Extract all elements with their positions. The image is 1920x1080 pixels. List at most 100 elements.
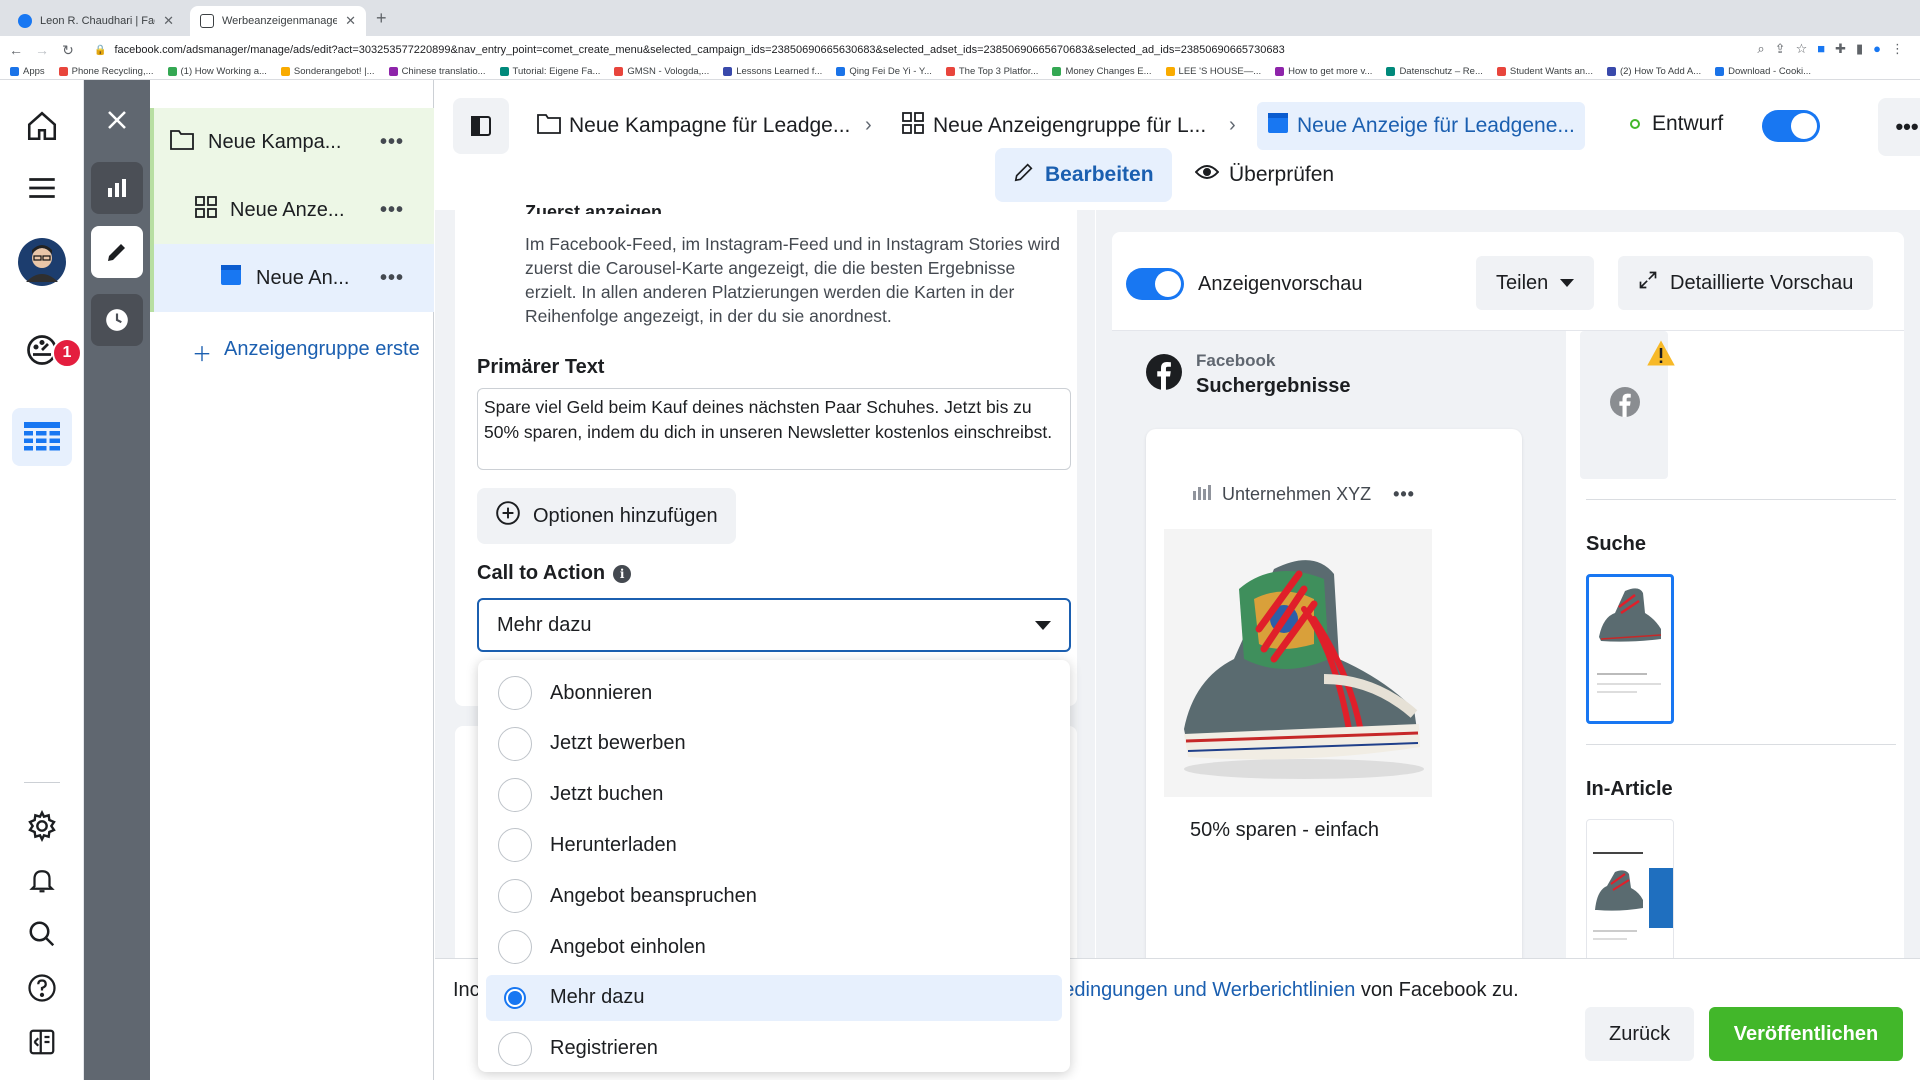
address-bar[interactable]: 🔒 facebook.com/adsmanager/manage/ads/edi… <box>94 39 1694 61</box>
close-tab-icon[interactable]: ✕ <box>163 13 174 29</box>
bookmark-item[interactable]: Download - Cooki... <box>1715 66 1811 77</box>
chart-icon[interactable] <box>91 162 143 214</box>
placement-thumb-inarticle[interactable] <box>1586 819 1674 971</box>
radio-checked-icon <box>504 986 526 1009</box>
help-icon[interactable] <box>18 964 66 1012</box>
bookmark-item[interactable]: Sonderangebot! |... <box>280 66 375 77</box>
preview-toggle-row: Anzeigenvorschau <box>1126 268 1363 300</box>
more-options-icon[interactable]: ••• <box>380 267 404 290</box>
bookmark-item[interactable]: Student Wants an... <box>1496 66 1593 77</box>
bell-icon[interactable] <box>18 856 66 904</box>
bookmark-item[interactable]: Qing Fei De Yi - Y... <box>836 66 932 77</box>
tab-review-placeholder <box>1615 148 1651 202</box>
back-arrow-icon[interactable]: ← <box>6 42 26 58</box>
cta-option[interactable]: Abonnieren <box>486 670 1062 716</box>
close-icon[interactable] <box>91 94 143 146</box>
cta-option[interactable]: Jetzt buchen <box>486 772 1062 818</box>
tree-item-ad[interactable]: Neue An... ••• <box>150 244 434 312</box>
clock-icon[interactable] <box>91 294 143 346</box>
breadcrumb-adset[interactable]: Neue Anzeigengruppe für L... <box>901 102 1206 150</box>
publish-button[interactable]: Veröffentlichen <box>1709 1007 1903 1061</box>
section-search: Suche <box>1586 533 1647 555</box>
cta-option[interactable]: Mehr dazu <box>486 974 1062 1021</box>
more-options-icon[interactable]: ••• <box>1393 484 1415 505</box>
bookmark-item[interactable]: Apps <box>10 66 45 77</box>
ads-table-icon[interactable] <box>12 408 72 466</box>
profile-avatar-icon[interactable]: ● <box>1873 41 1881 57</box>
nav-divider <box>24 782 60 783</box>
bookmark-favicon-icon <box>58 67 68 76</box>
bookmark-item[interactable]: Tutorial: Eigene Fa... <box>499 66 600 77</box>
new-tab-icon[interactable]: + <box>376 8 387 29</box>
star-icon[interactable]: ☆ <box>1796 41 1808 57</box>
browser-tab-facebook[interactable]: Leon R. Chaudhari | Facebook ✕ <box>8 6 184 36</box>
browser-tab-adsmanager[interactable]: Werbeanzeigenmanager - We ✕ <box>190 6 366 36</box>
toggle-sidebar-icon[interactable] <box>453 98 509 154</box>
gear-icon[interactable] <box>18 802 66 850</box>
grid-icon <box>901 111 925 141</box>
ad-active-toggle[interactable] <box>1762 110 1820 142</box>
pencil-icon[interactable] <box>91 226 143 278</box>
detailed-preview-button[interactable]: Detaillierte Vorschau <box>1618 256 1874 310</box>
placement-thumb-search[interactable] <box>1586 574 1674 724</box>
bookmark-item[interactable]: Datenschutz – Re... <box>1386 66 1483 77</box>
bookmark-item[interactable]: Chinese translatio... <box>388 66 486 77</box>
sidebar-panel-icon[interactable]: ▮ <box>1856 41 1863 57</box>
search-icon[interactable] <box>18 910 66 958</box>
primary-text-input[interactable]: Spare viel Geld beim Kauf deines nächste… <box>477 388 1071 470</box>
menu-icon[interactable] <box>18 164 66 212</box>
ad-icon <box>220 264 242 292</box>
bookmark-item[interactable]: Lessons Learned f... <box>723 66 822 77</box>
breadcrumb-ad[interactable]: Neue Anzeige für Leadgene... <box>1257 102 1585 150</box>
preview-toggle[interactable] <box>1126 268 1184 300</box>
plus-circle-icon <box>495 500 521 532</box>
cta-option[interactable]: Angebot beanspruchen <box>486 873 1062 919</box>
bookmark-item[interactable]: Phone Recycling,... <box>58 66 154 77</box>
share-icon[interactable]: ⇪ <box>1775 41 1786 57</box>
cta-option[interactable]: Angebot einholen <box>486 924 1062 970</box>
campaign-tree: Neue Kampa... ••• Neue Anze... ••• Neue … <box>150 80 434 1080</box>
more-options-button[interactable]: ••• <box>1878 98 1920 156</box>
puzzle-icon[interactable]: ✚ <box>1835 41 1846 57</box>
cta-dropdown-menu: Abonnieren Jetzt bewerben Jetzt buchen Heru… <box>478 660 1070 1072</box>
info-icon[interactable]: i <box>613 564 632 583</box>
avatar[interactable] <box>18 238 66 286</box>
share-button[interactable]: Teilen <box>1476 256 1595 310</box>
bookmark-item[interactable]: How to get more v... <box>1275 66 1372 77</box>
bookmark-item[interactable]: GMSN - Vologda,... <box>614 66 709 77</box>
chevron-right-icon: › <box>1229 114 1236 136</box>
report-icon[interactable] <box>18 1018 66 1066</box>
bookmark-item[interactable]: LEE 'S HOUSE—... <box>1165 66 1261 77</box>
tab-edit[interactable]: Bearbeiten <box>995 148 1172 202</box>
bookmark-item[interactable]: The Top 3 Platfor... <box>945 66 1038 77</box>
bookmark-favicon-icon <box>836 67 846 76</box>
bookmarks-bar: Apps Phone Recycling,... (1) How Working a… <box>0 64 1920 80</box>
back-button[interactable]: Zurück <box>1585 1007 1695 1061</box>
add-options-button[interactable]: Optionen hinzufügen <box>477 488 736 544</box>
cta-option[interactable]: Jetzt bewerben <box>486 721 1062 767</box>
zoom-icon[interactable]: ⌕ <box>1757 41 1764 57</box>
tree-item-adset[interactable]: Neue Anze... ••• <box>150 176 434 244</box>
terms-link[interactable]: edingungen und Werberichtlinien <box>1063 979 1355 1001</box>
bookmark-item[interactable]: Money Changes E... <box>1052 66 1152 77</box>
advertiser-row: Unternehmen XYZ ••• <box>1192 483 1415 506</box>
folder-icon <box>170 128 194 156</box>
more-options-icon[interactable]: ••• <box>380 199 404 222</box>
home-icon[interactable] <box>18 102 66 150</box>
bookmark-item[interactable]: (1) How Working a... <box>167 66 267 77</box>
bookmark-favicon-icon <box>1715 67 1725 76</box>
tab-review[interactable]: Überprüfen <box>1177 148 1352 202</box>
reload-icon[interactable]: ↻ <box>58 42 78 59</box>
cta-option[interactable]: Registrieren <box>486 1026 1062 1072</box>
tree-item-campaign[interactable]: Neue Kampa... ••• <box>150 108 434 176</box>
cta-select[interactable]: Mehr dazu <box>477 598 1071 652</box>
close-tab-icon[interactable]: ✕ <box>345 13 356 29</box>
more-options-icon[interactable]: ••• <box>380 131 404 154</box>
menu-kebab-icon[interactable]: ⋮ <box>1891 41 1904 57</box>
facebook-extension-icon[interactable]: ■ <box>1817 41 1825 57</box>
forward-arrow-icon[interactable]: → <box>32 42 52 58</box>
create-adset-link[interactable]: ＋ Anzeigengruppe erste <box>192 338 420 367</box>
cta-option[interactable]: Herunterladen <box>486 822 1062 868</box>
breadcrumb-campaign[interactable]: Neue Kampagne für Leadge... <box>537 102 850 150</box>
bookmark-item[interactable]: (2) How To Add A... <box>1606 66 1701 77</box>
